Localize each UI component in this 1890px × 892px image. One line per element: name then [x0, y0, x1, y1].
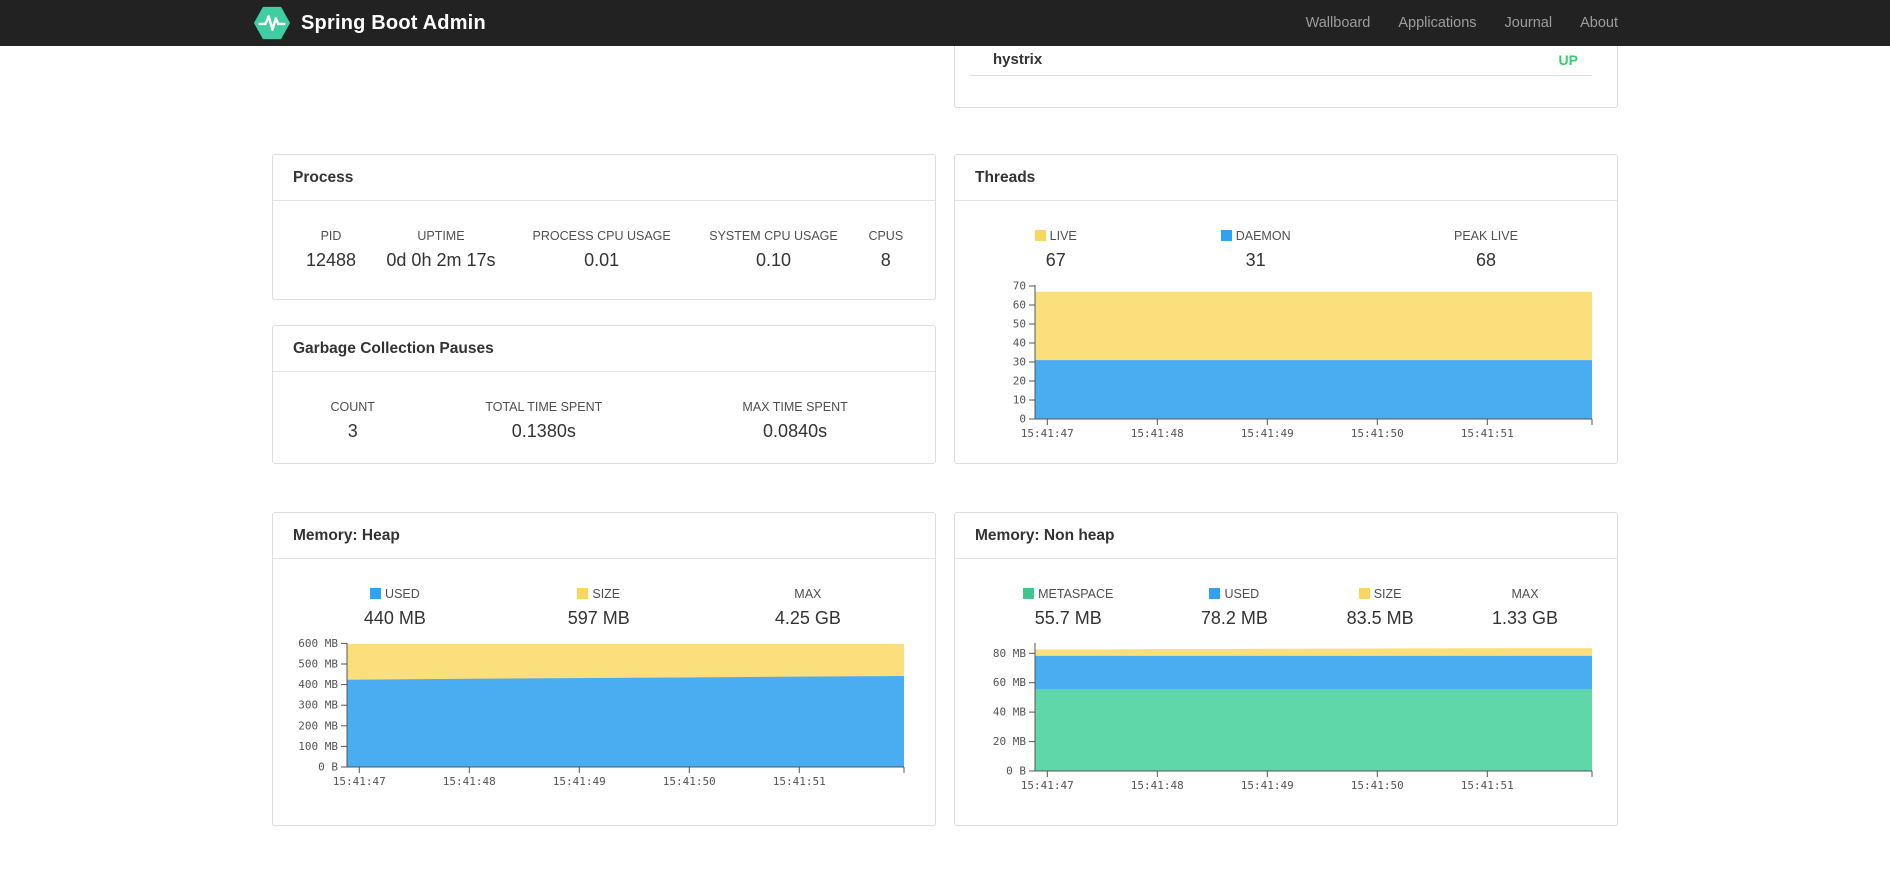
metric-nonheap-max: MAX 1.33 GB [1491, 587, 1558, 628]
svg-text:15:41:49: 15:41:49 [553, 775, 606, 788]
svg-text:15:41:50: 15:41:50 [663, 775, 716, 788]
threads-card: Threads LIVE 67 DAEMON 31 PEAK LIVE 68 0… [954, 154, 1618, 464]
svg-text:200 MB: 200 MB [298, 719, 338, 732]
metric-process-cpu-usage: PROCESS CPU USAGE 0.01 [532, 229, 671, 270]
threads-legend: LIVE 67 DAEMON 31 PEAK LIVE 68 [975, 229, 1597, 271]
process-metrics: PID 12488 UPTIME 0d 0h 2m 17s PROCESS CP… [293, 229, 915, 271]
svg-text:60 MB: 60 MB [993, 676, 1026, 689]
svg-text:0: 0 [1019, 413, 1026, 426]
metric-gc-max-time: MAX TIME SPENT 0.0840s [742, 400, 848, 441]
metric-gc-total-time: TOTAL TIME SPENT 0.1380s [485, 400, 603, 441]
gc-metrics: COUNT 3 TOTAL TIME SPENT 0.1380s MAX TIM… [293, 400, 915, 442]
gc-pauses-card: Garbage Collection Pauses COUNT 3 TOTAL … [272, 325, 936, 464]
left-column: Process PID 12488 UPTIME 0d 0h 2m 17s PR… [272, 46, 936, 826]
svg-text:40: 40 [1013, 337, 1026, 350]
heap-used-swatch-icon [370, 588, 382, 599]
nav-links: Wallboard Applications Journal About [1292, 0, 1632, 46]
metric-heap-max: MAX 4.25 GB [774, 587, 841, 628]
metaspace-swatch-icon [1023, 588, 1035, 599]
nav-item-wallboard[interactable]: Wallboard [1292, 0, 1385, 46]
live-swatch-icon [1034, 230, 1046, 241]
metric-cpus: CPUS 8 [868, 229, 904, 270]
svg-text:15:41:48: 15:41:48 [443, 775, 496, 788]
svg-text:20 MB: 20 MB [993, 735, 1026, 748]
svg-text:0 B: 0 B [1006, 765, 1026, 778]
application-name: hystrix [993, 51, 1043, 68]
svg-text:0 B: 0 B [318, 761, 338, 774]
right-column: hystrix UP Threads LIVE 67 DAEMON 31 PEA… [954, 46, 1618, 826]
svg-text:15:41:51: 15:41:51 [773, 775, 826, 788]
svg-text:15:41:47: 15:41:47 [1021, 779, 1074, 792]
gc-card-title: Garbage Collection Pauses [273, 326, 935, 372]
metric-threads-daemon: DAEMON 31 [1136, 229, 1375, 271]
memory-nonheap-card: Memory: Non heap METASPACE 55.7 MB USED … [954, 512, 1618, 826]
nonheap-memory-chart: 0 B 20 MB 40 MB 60 MB 80 MB 15:41:47 15:41:48 1… [993, 643, 1593, 792]
metric-heap-used: USED 440 MB [363, 587, 426, 628]
row-divider [970, 75, 1592, 76]
nonheap-used-swatch-icon [1209, 588, 1221, 599]
svg-text:15:41:50: 15:41:50 [1351, 427, 1404, 440]
heap-memory-chart: 0 B 100 MB 200 MB 300 MB 400 MB 500 MB 600 MB 1… [298, 637, 905, 788]
nonheap-legend: METASPACE 55.7 MB USED 78.2 MB SIZE 83.5… [975, 587, 1597, 629]
svg-text:15:41:51: 15:41:51 [1461, 427, 1514, 440]
svg-text:400 MB: 400 MB [298, 678, 338, 691]
nav-item-journal[interactable]: Journal [1491, 0, 1567, 46]
metric-pid: PID 12488 [305, 229, 357, 270]
nonheap-card-title: Memory: Non heap [955, 513, 1617, 559]
process-card-title: Process [273, 155, 935, 201]
metric-gc-count: COUNT 3 [330, 400, 375, 441]
svg-text:10: 10 [1013, 394, 1026, 407]
process-card: Process PID 12488 UPTIME 0d 0h 2m 17s PR… [272, 154, 936, 300]
svg-text:20: 20 [1013, 375, 1026, 388]
svg-text:15:41:49: 15:41:49 [1241, 427, 1294, 440]
threads-card-title: Threads [955, 155, 1617, 201]
svg-text:15:41:50: 15:41:50 [1351, 779, 1404, 792]
svg-text:15:41:51: 15:41:51 [1461, 779, 1514, 792]
metric-metaspace: METASPACE 55.7 MB [975, 587, 1161, 629]
svg-text:15:41:48: 15:41:48 [1131, 427, 1184, 440]
spring-boot-admin-logo-icon [253, 6, 291, 40]
application-status-badge: UP [1558, 51, 1578, 68]
nav-item-about[interactable]: About [1566, 0, 1632, 46]
memory-heap-card: Memory: Heap USED 440 MB SIZE 597 MB MAX… [272, 512, 936, 826]
metric-heap-size: SIZE 597 MB [567, 587, 630, 628]
svg-text:15:41:48: 15:41:48 [1131, 779, 1184, 792]
nonheap-size-swatch-icon [1358, 588, 1370, 599]
heap-size-swatch-icon [577, 588, 589, 599]
svg-text:40 MB: 40 MB [993, 706, 1026, 719]
application-row[interactable]: hystrix UP [955, 46, 1617, 75]
svg-text:70: 70 [1013, 280, 1026, 293]
svg-text:600 MB: 600 MB [298, 637, 338, 650]
metric-nonheap-size: SIZE 83.5 MB [1346, 587, 1414, 628]
app-title: Spring Boot Admin [301, 11, 486, 34]
nav-item-applications[interactable]: Applications [1384, 0, 1490, 46]
svg-text:500 MB: 500 MB [298, 658, 338, 671]
application-status-card: hystrix UP [954, 46, 1618, 108]
svg-text:15:41:47: 15:41:47 [1021, 427, 1074, 440]
svg-text:300 MB: 300 MB [298, 699, 338, 712]
metric-nonheap-used: USED 78.2 MB [1200, 587, 1268, 628]
metric-uptime: UPTIME 0d 0h 2m 17s [386, 229, 496, 270]
heap-legend: USED 440 MB SIZE 597 MB MAX 4.25 GB [293, 587, 915, 629]
metric-threads-peak-live: PEAK LIVE 68 [1454, 229, 1518, 270]
content-area: Process PID 12488 UPTIME 0d 0h 2m 17s PR… [272, 46, 1618, 826]
svg-text:50: 50 [1013, 318, 1026, 331]
daemon-swatch-icon [1220, 230, 1232, 241]
svg-text:15:41:47: 15:41:47 [333, 775, 386, 788]
heap-card-title: Memory: Heap [273, 513, 935, 559]
metric-threads-live: LIVE 67 [975, 229, 1136, 271]
svg-text:80 MB: 80 MB [993, 647, 1026, 660]
brand-link[interactable]: Spring Boot Admin [253, 4, 486, 42]
svg-text:15:41:49: 15:41:49 [1241, 779, 1294, 792]
metric-system-cpu-usage: SYSTEM CPU USAGE 0.10 [709, 229, 838, 270]
svg-text:60: 60 [1013, 299, 1026, 312]
svg-text:100 MB: 100 MB [298, 740, 338, 753]
svg-text:30: 30 [1013, 356, 1026, 369]
navbar: Spring Boot Admin Wallboard Applications… [0, 0, 1890, 46]
threads-chart: 0 10 20 30 40 50 60 70 15:41:47 15:41:48 15:41:49 1… [1013, 280, 1593, 440]
